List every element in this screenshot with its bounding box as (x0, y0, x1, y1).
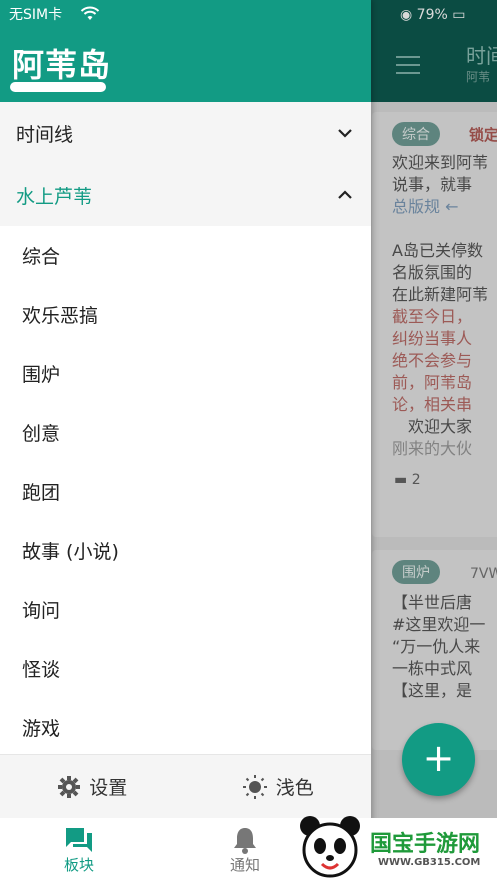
watermark-url: WWW.GB315.COM (378, 857, 481, 868)
watermark-name: 国宝手游网 (370, 832, 481, 857)
drawer-header: 阿苇岛 (0, 30, 371, 102)
board-item[interactable]: 综合 (0, 226, 371, 285)
section-label: 时间线 (16, 123, 74, 146)
carrier-label: 无SIM卡 (9, 7, 63, 23)
forum-icon (66, 828, 92, 852)
board-item[interactable]: 欢乐恶搞 (0, 285, 371, 344)
nav-notifications-label: 通知 (230, 856, 261, 874)
new-post-button[interactable]: + (402, 723, 475, 796)
status-bar: 无SIM卡 (0, 0, 371, 30)
theme-label: 浅色 (275, 777, 314, 799)
logo-cloud (10, 82, 106, 92)
gear-icon (58, 775, 81, 798)
settings-button[interactable]: 设置 (57, 773, 127, 800)
navigation-drawer: 无SIM卡 阿苇岛 时间线 水上芦苇 综合 欢乐恶搞 围炉 创意 跑团 故事 (… (0, 0, 371, 883)
app-logo: 阿苇岛 (12, 46, 112, 84)
theme-toggle-button[interactable]: 浅色 (242, 773, 314, 800)
board-item[interactable]: 怪谈 (0, 639, 371, 698)
board-list: 综合 欢乐恶搞 围炉 创意 跑团 故事 (小说) 询问 怪谈 游戏 (0, 226, 371, 757)
section-timeline[interactable]: 时间线 (0, 102, 371, 164)
section-label: 水上芦苇 (16, 185, 93, 208)
settings-label: 设置 (89, 777, 128, 799)
board-item[interactable]: 游戏 (0, 698, 371, 757)
sun-icon (242, 774, 267, 799)
board-item[interactable]: 创意 (0, 403, 371, 462)
board-item[interactable]: 跑团 (0, 462, 371, 521)
board-item[interactable]: 围炉 (0, 344, 371, 403)
section-waterside-reeds[interactable]: 水上芦苇 (0, 164, 371, 226)
chevron-up-icon (338, 190, 352, 199)
bell-icon (234, 828, 256, 854)
drawer-footer: 设置 浅色 (0, 754, 371, 818)
nav-notifications-tab[interactable]: 通知 (230, 826, 260, 875)
wifi-icon (80, 6, 100, 20)
chevron-down-icon (338, 129, 352, 138)
nav-boards-tab[interactable]: 板块 (64, 826, 94, 875)
board-item[interactable]: 询问 (0, 580, 371, 639)
nav-boards-label: 板块 (64, 856, 95, 874)
board-item[interactable]: 故事 (小说) (0, 521, 371, 580)
